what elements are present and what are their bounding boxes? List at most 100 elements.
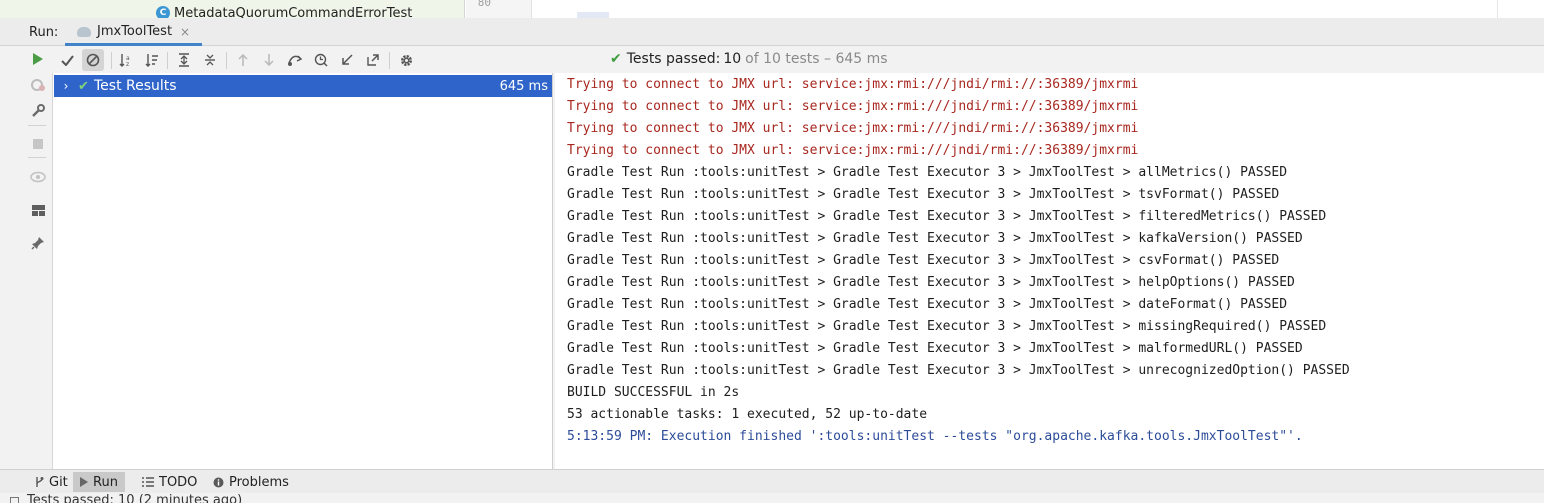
project-tree-strip: C MetadataQuorumCommandErrorTest: [0, 0, 465, 21]
toolbar-separator: [111, 52, 112, 69]
sort-by-duration-button[interactable]: [141, 49, 163, 71]
test-history-button[interactable]: [310, 49, 332, 71]
layout-button[interactable]: [28, 200, 48, 220]
import-tests-icon: [288, 55, 303, 66]
run-tab-title: JmxToolTest: [97, 24, 173, 39]
toolbar-separator: [28, 157, 46, 158]
tool-tab-todo[interactable]: TODO: [135, 472, 204, 492]
editor-strip: C MetadataQuorumCommandErrorTest 80: [0, 0, 1544, 21]
console-line: Gradle Test Run :tools:unitTest > Gradle…: [567, 363, 1350, 378]
play-icon: [33, 53, 43, 65]
export-results-button[interactable]: [362, 49, 384, 71]
run-label: Run:: [29, 25, 59, 40]
run-side-toolbar: [23, 46, 52, 469]
console-line: Trying to connect to JMX url: service:jm…: [567, 143, 1139, 158]
import-tests-button[interactable]: [284, 49, 306, 71]
toolbar-separator: [226, 52, 227, 69]
list-icon: [142, 477, 154, 487]
arrow-in-icon: [342, 54, 353, 65]
toolbar-separator: [28, 125, 46, 126]
show-passed-button[interactable]: [56, 49, 78, 71]
console-line: 5:13:59 PM: Execution finished ':tools:u…: [567, 429, 1303, 444]
run-tool-window-header: Run: JmxToolTest ×: [0, 18, 1544, 46]
console-line: Trying to connect to JMX url: service:jm…: [567, 121, 1139, 136]
sort-alphabetically-button[interactable]: az: [115, 49, 137, 71]
collapse-all-icon: [205, 54, 215, 66]
console-line: Trying to connect to JMX url: service:jm…: [567, 77, 1139, 92]
toolbar-separator: [167, 52, 168, 69]
sort-alpha-icon: az: [119, 54, 130, 67]
console-line: Gradle Test Run :tools:unitTest > Gradle…: [567, 231, 1303, 246]
tool-tab-problems[interactable]: Problems: [206, 472, 296, 492]
tool-tab-run[interactable]: Run: [73, 472, 125, 492]
summary-passed-count: 10: [723, 51, 742, 67]
git-branch-icon: [36, 477, 44, 487]
console-line: BUILD SUCCESSFUL in 2s: [567, 385, 740, 400]
previous-failed-button[interactable]: [232, 49, 254, 71]
summary-rest: of 10 tests – 645 ms: [745, 51, 888, 67]
editor-right-margin: [1497, 0, 1498, 18]
console-line: 53 actionable tasks: 1 executed, 52 up-t…: [567, 407, 928, 422]
rerun-failed-button[interactable]: [28, 75, 48, 95]
passed-check-icon: ✔: [78, 78, 89, 94]
console-line: Gradle Test Run :tools:unitTest > Gradle…: [567, 253, 1280, 268]
svg-text:z: z: [126, 61, 129, 67]
play-icon: [80, 477, 88, 487]
collapse-all-button[interactable]: [199, 49, 221, 71]
line-number: 80: [477, 0, 491, 9]
expand-all-button[interactable]: [173, 49, 195, 71]
tree-row-label: Test Results: [94, 78, 177, 94]
rerun-button[interactable]: [28, 49, 48, 69]
tool-tab-label: TODO: [159, 474, 198, 490]
import-results-button[interactable]: [336, 49, 358, 71]
eye-icon: [30, 171, 46, 183]
close-icon[interactable]: ×: [180, 25, 190, 39]
editor-gutter: 80: [466, 0, 532, 18]
layout-icon: [31, 204, 45, 216]
console-line: Trying to connect to JMX url: service:jm…: [567, 99, 1139, 114]
clock-icon: [314, 53, 328, 67]
status-text: Tests passed: 10 (2 minutes ago): [27, 493, 243, 503]
tree-row-test-results[interactable]: › ✔ Test Results 645 ms: [54, 75, 552, 97]
toggle-auto-test-button[interactable]: [28, 167, 48, 187]
test-summary: ✔ Tests passed: 10 of 10 tests – 645 ms: [610, 51, 888, 67]
wrench-icon: [32, 104, 45, 117]
console-line: Gradle Test Run :tools:unitTest > Gradle…: [567, 165, 1288, 180]
rerun-failed-icon: [31, 79, 45, 91]
run-config-tab[interactable]: JmxToolTest ×: [65, 20, 203, 46]
status-bar: Tests passed: 10 (2 minutes ago): [0, 493, 1544, 503]
settings-button[interactable]: [395, 49, 417, 71]
arrow-down-icon: [264, 54, 274, 67]
stop-icon: [33, 139, 43, 149]
gear-icon: [400, 54, 412, 66]
info-icon: [213, 477, 224, 487]
chevron-right-icon[interactable]: ›: [56, 79, 76, 93]
checkmark-icon: [60, 54, 74, 66]
console-line: Gradle Test Run :tools:unitTest > Gradle…: [567, 187, 1280, 202]
settings-wrench-button[interactable]: [28, 101, 48, 121]
console-line: Gradle Test Run :tools:unitTest > Gradle…: [567, 275, 1295, 290]
tree-row-duration: 645 ms: [499, 78, 548, 94]
console-output[interactable]: Trying to connect to JMX url: service:jm…: [555, 73, 1544, 469]
ignored-icon: [86, 53, 100, 67]
tool-tab-label: Git: [49, 474, 68, 490]
show-ignored-button[interactable]: [82, 49, 104, 71]
sort-duration-icon: [145, 54, 158, 67]
next-failed-button[interactable]: [258, 49, 280, 71]
arrow-out-icon: [367, 54, 379, 66]
tool-tab-label: Problems: [229, 474, 289, 490]
passed-check-icon: ✔: [610, 51, 622, 67]
console-line: Gradle Test Run :tools:unitTest > Gradle…: [567, 319, 1327, 334]
status-toggle-icon[interactable]: [10, 497, 19, 503]
toolbar-separator: [389, 52, 390, 69]
pin-tab-button[interactable]: [28, 233, 48, 253]
test-config-icon: [77, 26, 91, 37]
console-line: Gradle Test Run :tools:unitTest > Gradle…: [567, 297, 1288, 312]
pin-icon: [31, 237, 44, 250]
tool-window-bar: Git Run TODO Problems: [0, 469, 1544, 493]
test-results-tree: › ✔ Test Results 645 ms: [52, 73, 553, 469]
stop-button[interactable]: [28, 134, 48, 154]
tool-tab-git[interactable]: Git: [27, 472, 75, 492]
expand-all-icon: [179, 53, 189, 67]
console-line: Gradle Test Run :tools:unitTest > Gradle…: [567, 341, 1303, 356]
